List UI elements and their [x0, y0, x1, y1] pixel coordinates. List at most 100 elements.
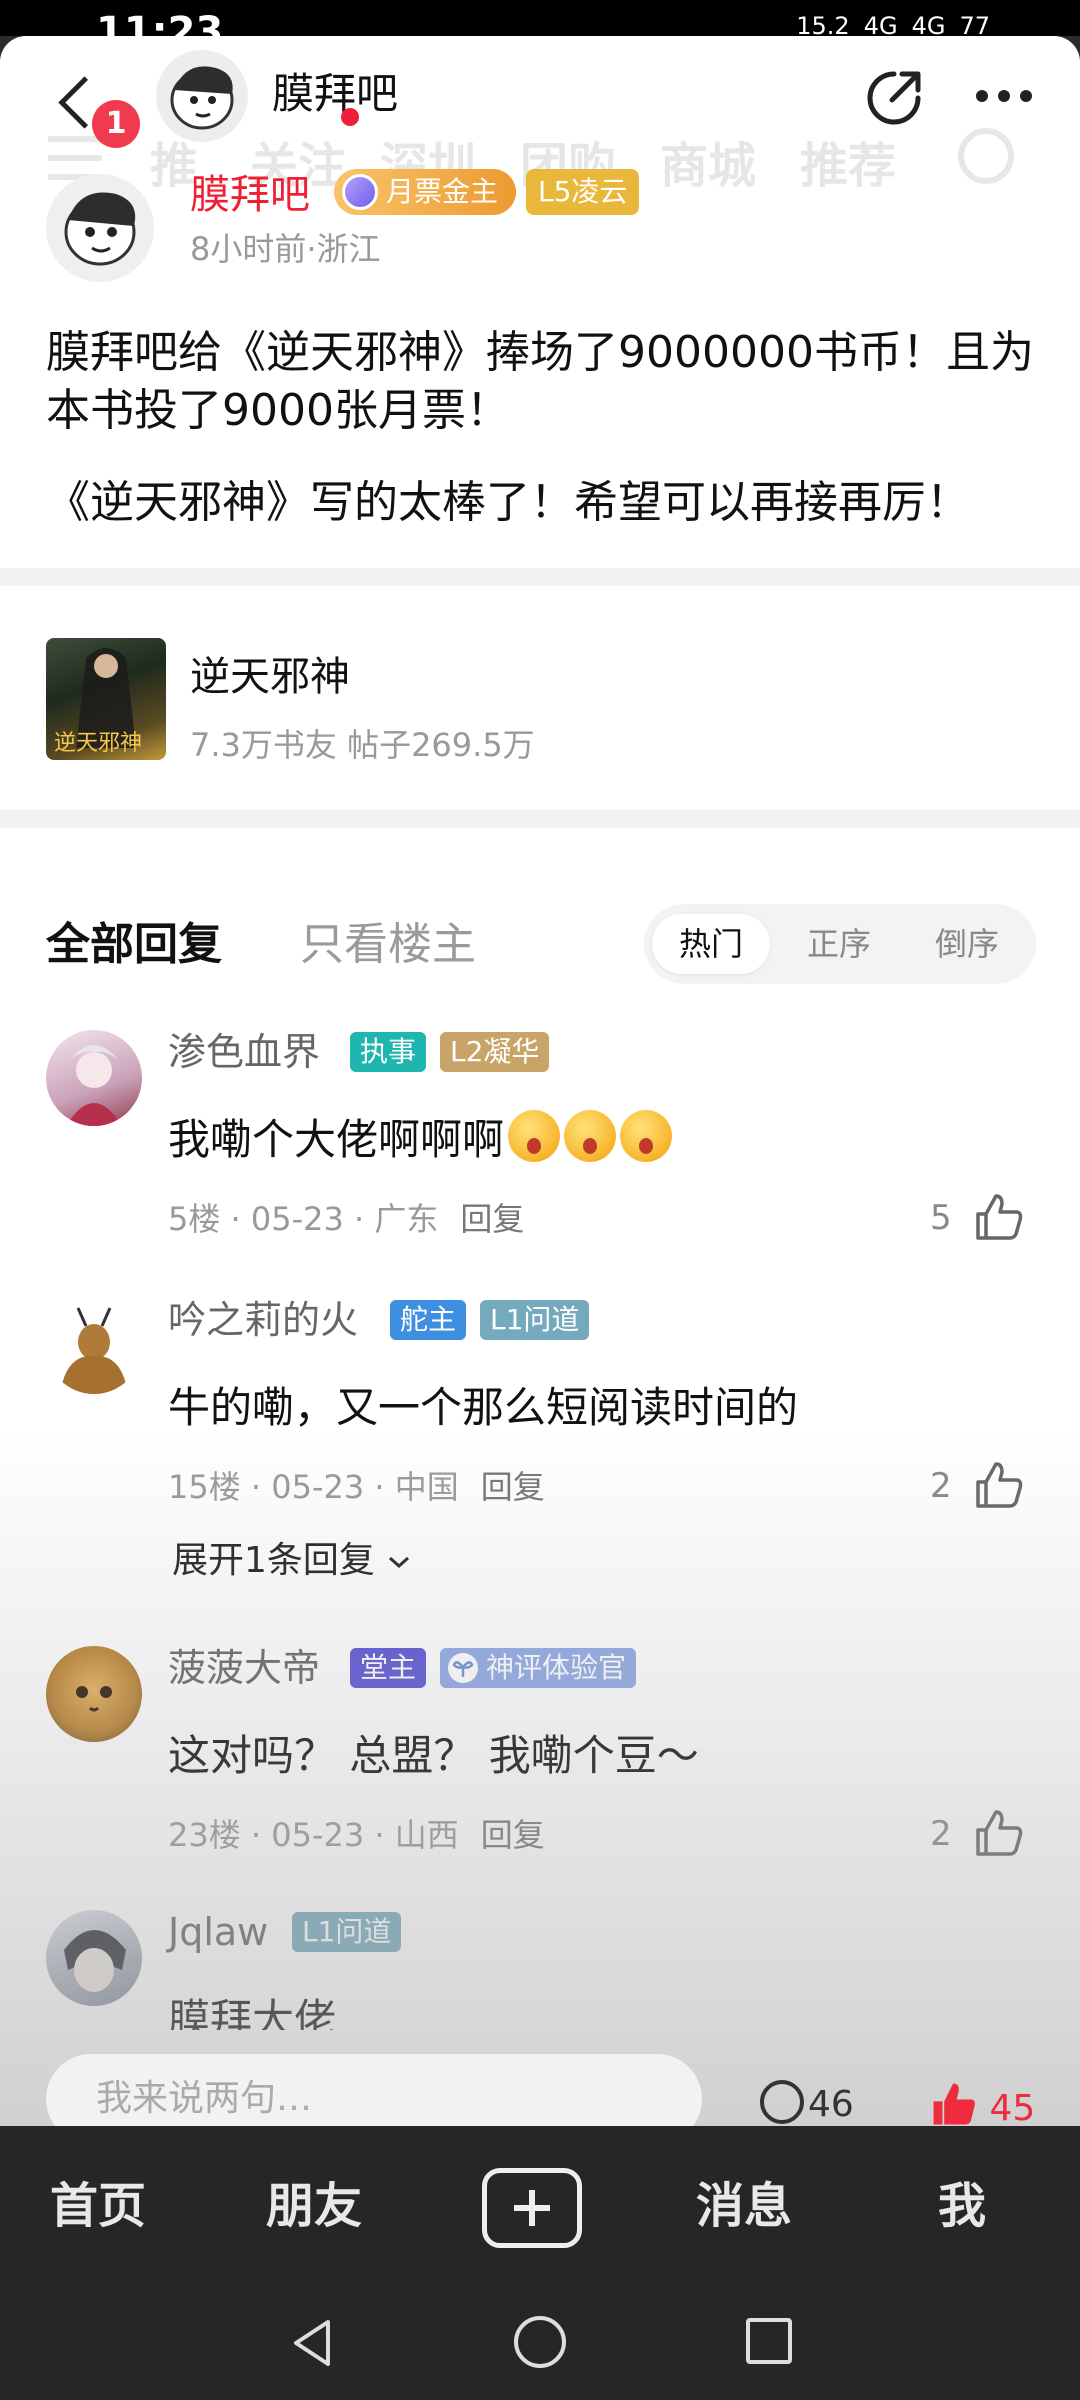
comment-input[interactable]: 我来说两句… [46, 2054, 702, 2126]
comment-location: 中国 [394, 1468, 459, 1506]
nav-home[interactable]: 首页 [50, 2174, 146, 2238]
bottom-navigation: 首页 朋友 消息 我 [0, 2126, 1080, 2286]
comment-text: 牛的嘞，又一个那么短阅读时间的 [168, 1383, 799, 1432]
comment-meta: 5楼 · 05-23 · 广东 回复 [168, 1200, 525, 1238]
like-count: 5 [930, 1198, 952, 1238]
comment-text-content: 我嘞个大佬啊啊啊 [168, 1115, 505, 1164]
comment-floor: 5楼 [168, 1200, 221, 1238]
expand-replies-button[interactable]: 展开1条回复 [172, 1536, 412, 1586]
monthly-ticket-badge: 月票金主 [334, 169, 517, 215]
gem-icon [342, 174, 378, 210]
sort-hot[interactable]: 热门 [652, 914, 770, 974]
post-meta: 8小时前·浙江 [190, 230, 381, 268]
post-like-button[interactable]: 45 [930, 2080, 1035, 2126]
nav-messages[interactable]: 消息 [696, 2174, 792, 2238]
level-badge: L1问道 [480, 1300, 590, 1340]
like-button[interactable]: 5 [930, 1190, 1030, 1246]
shocked-emoji-icon [508, 1110, 561, 1162]
live-indicator-dot [341, 108, 359, 126]
book-stats: 7.3万书友 帖子269.5万 [190, 726, 535, 764]
commenter-name[interactable]: Jqlaw [168, 1910, 268, 1960]
commenter-avatar[interactable] [46, 1298, 142, 1394]
commenter-name[interactable]: 渗色血界 [168, 1024, 320, 1080]
comment-date: 05-23 [271, 1816, 365, 1854]
comment-meta: 15楼 · 05-23 · 中国 回复 [168, 1468, 545, 1506]
like-count: 2 [930, 1466, 952, 1506]
comment-text: 这对吗？ 总盟？ 我嘞个豆～ [168, 1731, 699, 1780]
commenter-avatar[interactable] [46, 1910, 142, 2006]
comment-meta: 23楼 · 05-23 · 山西 回复 [168, 1816, 545, 1854]
system-back-icon[interactable] [286, 2316, 340, 2370]
comment-text: 我嘞个大佬啊啊啊 [168, 1110, 673, 1170]
book-cover[interactable]: 逆天邪神 [46, 638, 166, 760]
author-name[interactable]: 膜拜吧 [190, 166, 310, 224]
sort-descending[interactable]: 倒序 [908, 914, 1026, 974]
shocked-emoji-icon [620, 1110, 673, 1162]
thumbs-up-filled-icon [933, 2083, 975, 2125]
nav-me[interactable]: 我 [938, 2174, 986, 2238]
battery-level: 77 [959, 12, 990, 36]
comment-date: 05-23 [271, 1468, 365, 1506]
role-badge: 堂主 [350, 1648, 427, 1688]
commenter-avatar[interactable] [46, 1030, 142, 1126]
chevron-down-icon [389, 1556, 410, 1569]
more-options-icon[interactable] [976, 82, 1036, 112]
sort-toggle: 热门 正序 倒序 [644, 904, 1036, 984]
commenter-name[interactable]: 菠菠大帝 [168, 1640, 320, 1696]
comment-text: 膜拜大佬 [168, 1995, 337, 2030]
comment-floor: 23楼 [168, 1816, 241, 1854]
comment-bubble-icon [760, 2080, 804, 2124]
net-speed: 15.2 [796, 12, 850, 36]
reply-button[interactable]: 回复 [460, 1200, 524, 1238]
notification-badge: 1 [92, 100, 140, 148]
nav-friends[interactable]: 朋友 [266, 2174, 362, 2238]
thumbs-up-icon [976, 1194, 1023, 1240]
level-badge: L2凝华 [440, 1032, 550, 1072]
comment-input-placeholder: 我来说两句… [96, 2078, 313, 2119]
book-title[interactable]: 逆天邪神 [190, 648, 350, 706]
forum-avatar[interactable] [156, 50, 248, 142]
author-avatar[interactable] [46, 174, 154, 282]
role-badge: 舵主 [390, 1300, 467, 1340]
commenter-avatar[interactable] [46, 1646, 142, 1742]
share-icon[interactable] [862, 66, 926, 130]
post-content: 膜拜吧给《逆天邪神》捧场了9000000书币！且为本书投了9000张月票！ 《逆… [46, 324, 1046, 566]
comments-count: 46 [808, 2084, 854, 2125]
status-bar: 11:23 15.2 4G 4G 77 [0, 0, 1080, 36]
tab-op-only[interactable]: 只看楼主 [300, 912, 476, 978]
like-button[interactable]: 2 [930, 1806, 1030, 1862]
like-button[interactable]: 2 [930, 1458, 1030, 1514]
system-home-icon[interactable] [514, 2316, 566, 2368]
thumbs-up-icon [976, 1462, 1023, 1508]
sprout-icon [448, 1653, 478, 1683]
reviewer-badge: 神评体验官 [440, 1648, 637, 1688]
thumbs-up-icon [976, 1810, 1023, 1856]
status-indicators: 15.2 4G 4G 77 [796, 12, 990, 36]
badge-gold-label: 月票金主 [386, 175, 499, 208]
section-divider [0, 810, 1080, 828]
comment-location: 山西 [394, 1816, 459, 1854]
comment-location: 广东 [374, 1200, 439, 1238]
create-post-button[interactable] [482, 2168, 582, 2248]
reply-button[interactable]: 回复 [481, 1816, 545, 1854]
shocked-emoji-icon [564, 1110, 617, 1162]
reply-button[interactable]: 回复 [481, 1468, 545, 1506]
comments-button[interactable]: 46 [760, 2080, 854, 2125]
sort-ascending[interactable]: 正序 [780, 914, 898, 974]
comment-date: 05-23 [250, 1200, 344, 1238]
signal-4g-2: 4G [911, 12, 946, 36]
forum-name[interactable]: 膜拜吧 [272, 64, 398, 124]
post-header: 1 膜拜吧 [0, 36, 1080, 166]
section-divider [0, 568, 1080, 586]
comment-floor: 15楼 [168, 1468, 241, 1506]
system-recents-icon[interactable] [746, 2318, 792, 2364]
post-sheet: 推 关注 深圳 团购 商城 推荐 1 膜拜吧 膜拜吧 月票金主 L5凌云 8小时… [0, 36, 1080, 2126]
commenter-name[interactable]: 吟之莉的火 [168, 1292, 358, 1348]
comment-item: Jqlaw L1问道 膜拜大佬 [0, 1910, 1080, 2030]
tab-all-replies[interactable]: 全部回复 [46, 912, 222, 978]
system-navigation [0, 2286, 1080, 2400]
post-like-count: 45 [989, 2088, 1036, 2126]
reviewer-badge-label: 神评体验官 [486, 1651, 627, 1684]
status-time: 11:23 [96, 9, 224, 36]
level-badge: L1问道 [292, 1912, 402, 1952]
